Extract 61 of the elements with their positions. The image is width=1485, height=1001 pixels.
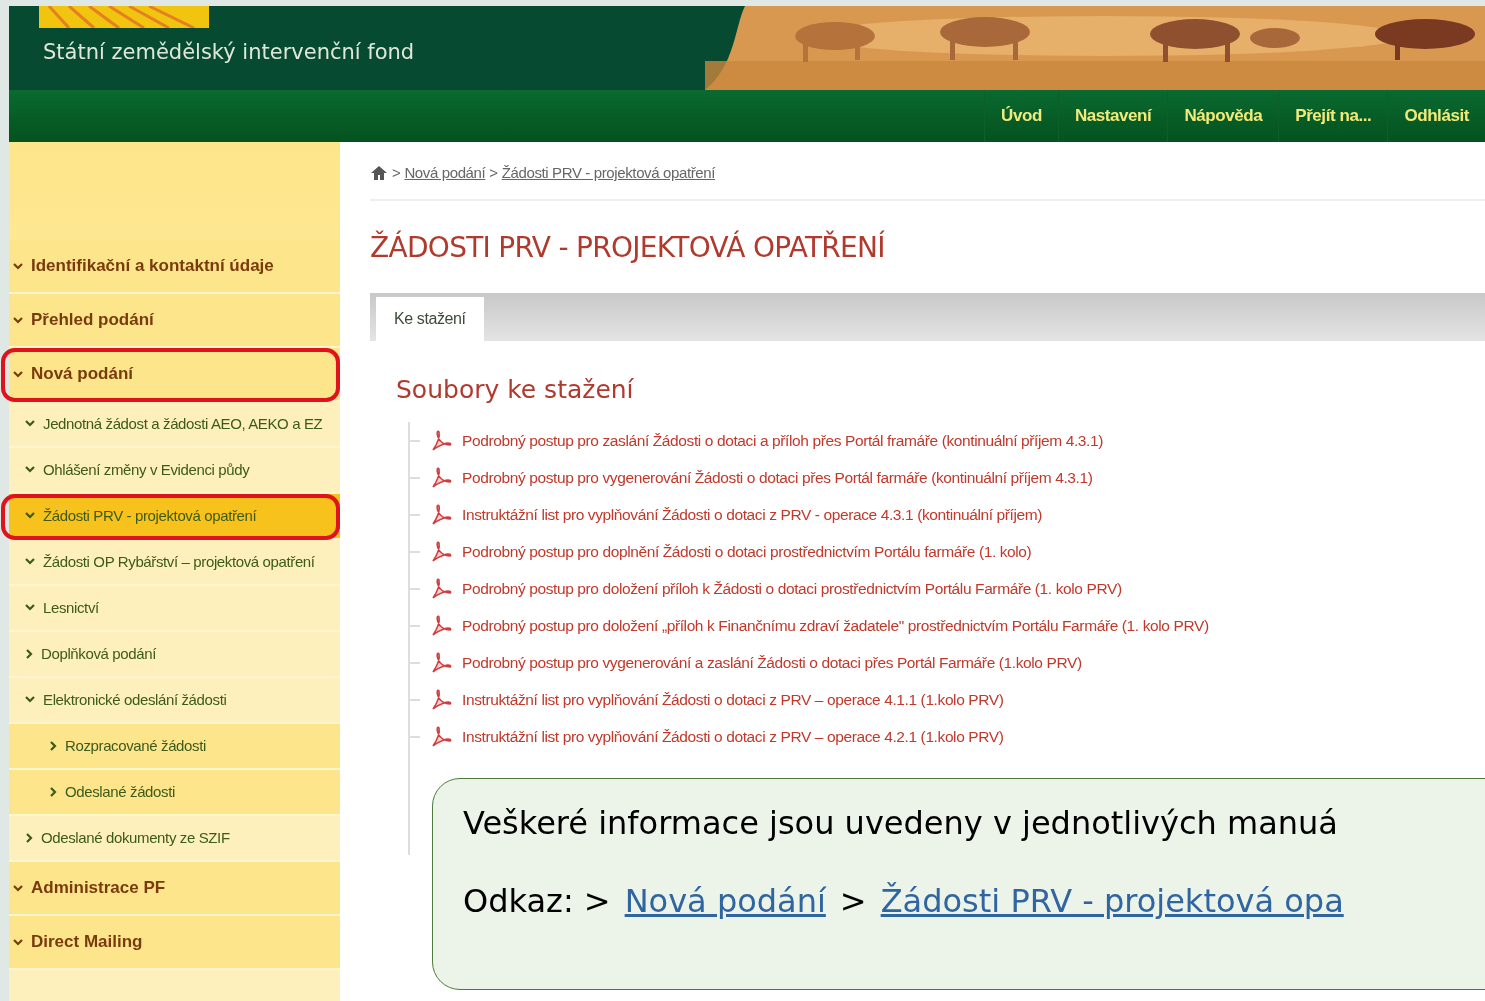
breadcrumb-link[interactable]: Nová podání	[404, 162, 486, 185]
sidebar-item[interactable]: Doplňková podání	[9, 632, 340, 678]
chevron-down-icon	[25, 695, 35, 703]
pdf-icon	[430, 687, 452, 712]
sidebar-item[interactable]: Administrace PF	[9, 862, 340, 916]
callout-label: Odkaz: >	[463, 881, 611, 922]
chevron-down-icon	[13, 884, 23, 892]
sidebar-item[interactable]: Elektronické odeslání žádosti	[9, 678, 340, 724]
sidebar-item[interactable]: Odeslané žádosti	[9, 770, 340, 816]
pdf-icon	[430, 576, 452, 601]
logo-icon	[39, 6, 209, 28]
sidebar-item[interactable]: Ohlášení změny v Evidenci půdy	[9, 448, 340, 494]
file-link[interactable]: Instruktážní list pro vyplňování Žádosti o dotaci z PRV - operace 4.3.1 (kontinuální příjem)	[462, 502, 1043, 527]
chevron-down-icon	[25, 603, 35, 611]
link-separator: >	[839, 881, 867, 922]
chevron-right-icon	[25, 649, 33, 659]
file-link[interactable]: Podrobný postup pro doplnění Žádosti o dotaci prostřednictvím Portálu farmáře (1. kolo)	[462, 539, 1032, 564]
file-link[interactable]: Podrobný postup pro vygenerování a zaslání Žádosti o dotaci přes Portál Farmáře (1.kolo PRV)	[462, 650, 1082, 675]
pdf-icon	[430, 465, 452, 490]
pdf-icon	[430, 502, 452, 527]
file-link[interactable]: Podrobný postup pro doložení příloh k Žádosti o dotaci prostřednictvím Portálu Farmáře (1. kolo PRV)	[462, 576, 1122, 601]
chevron-right-icon	[49, 787, 57, 797]
sidebar-item[interactable]: Žádosti OP Rybářství – projektová opatření	[9, 540, 340, 586]
chevron-down-icon	[13, 938, 23, 946]
sidebar-item[interactable]: Rozpracované žádosti	[9, 724, 340, 770]
page-title: ŽÁDOSTI PRV - PROJEKTOVÁ OPATŘENÍ	[370, 229, 886, 266]
sidebar-item[interactable]: Jednotná žádost a žádosti AEO, AEKO a EZ	[9, 402, 340, 448]
chevron-down-icon	[13, 316, 23, 324]
site-subtitle: Státní zemědělský intervenční fond	[43, 38, 416, 66]
chevron-down-icon	[25, 465, 35, 473]
tab[interactable]: Ke stažení	[376, 296, 484, 341]
sidebar-item[interactable]: Direct Mailing	[9, 916, 340, 970]
callout-text: Veškeré informace jsou uvedeny v jednotlivých manuá	[463, 803, 1339, 844]
breadcrumb-separator: >	[489, 163, 498, 183]
sidebar-item[interactable]: Odeslané dokumenty ze SZIF	[9, 816, 340, 862]
sidebar-item[interactable]: Lesnictví	[9, 586, 340, 632]
callout-link[interactable]: Nová podání	[624, 877, 826, 925]
file-link[interactable]: Podrobný postup pro doložení „příloh k Finančnímu zdraví žadatele" prostřednictvím Portálu Farmáře (1. kolo PRV)	[462, 613, 1209, 638]
sidebar-item[interactable]: Přehled podání	[9, 294, 340, 348]
chevron-right-icon	[49, 741, 57, 751]
chevron-down-icon	[25, 557, 35, 565]
file-link[interactable]: Instruktážní list pro vyplňování Žádosti o dotaci z PRV – operace 4.1.1 (1.kolo PRV)	[462, 687, 1004, 712]
sidebar-item[interactable]: Identifikační a kontaktní údaje	[9, 240, 340, 294]
home-icon[interactable]	[370, 165, 388, 182]
file-link[interactable]: Podrobný postup pro zaslání Žádosti o dotaci a příloh přes Portál framáře (kontinuální příjem 4.3.1)	[462, 428, 1104, 453]
file-link[interactable]: Instruktážní list pro vyplňování Žádosti o dotaci z PRV – operace 4.2.1 (1.kolo PRV)	[462, 724, 1004, 749]
breadcrumb-separator: >	[392, 163, 401, 183]
pdf-icon	[430, 724, 452, 749]
pdf-icon	[430, 428, 452, 453]
chevron-down-icon	[25, 419, 35, 427]
pdf-icon	[430, 613, 452, 638]
chevron-down-icon	[13, 370, 23, 378]
pdf-icon	[430, 539, 452, 564]
chevron-down-icon	[13, 262, 23, 270]
file-link[interactable]: Podrobný postup pro vygenerování Žádosti o dotaci přes Portál farmáře (kontinuální příjem 4.3.1)	[462, 465, 1093, 490]
section-title: Soubory ke stažení	[396, 373, 635, 406]
breadcrumb-link[interactable]: Žádosti PRV - projektová opatření	[501, 162, 716, 185]
callout-link[interactable]: Žádosti PRV - projektová opa	[880, 877, 1344, 925]
pdf-icon	[430, 650, 452, 675]
chevron-down-icon	[25, 511, 35, 519]
chevron-right-icon	[25, 833, 33, 843]
